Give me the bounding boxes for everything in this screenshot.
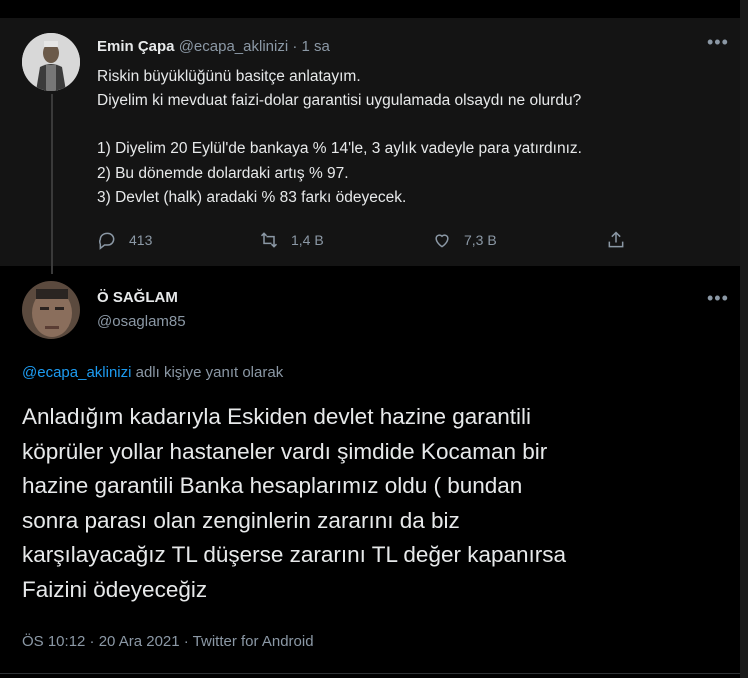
parent-author-avatar[interactable] bbox=[22, 33, 80, 91]
reply-text-line: köprüler yollar hastaneler vardı şimdide… bbox=[22, 438, 548, 464]
share-icon bbox=[608, 231, 624, 248]
retweet-icon bbox=[260, 232, 278, 248]
thread-connector bbox=[51, 94, 53, 274]
parent-text-line: Riskin büyüklüğünü basitçe anlatayım. bbox=[97, 68, 361, 85]
reply-timestamp[interactable]: ÖS 10:12 · 20 Ara 2021 · Twitter for And… bbox=[22, 633, 314, 650]
reply-more-icon[interactable]: ••• bbox=[707, 288, 729, 309]
parent-text-line: 3) Devlet (halk) aradaki % 83 farkı ödey… bbox=[97, 188, 407, 206]
parent-tweet-text: Riskin büyüklüğünü basitçe anlatayım. Di… bbox=[97, 65, 717, 210]
parent-tweet-time[interactable]: 1 sa bbox=[302, 38, 330, 55]
parent-text-line: 1) Diyelim 20 Eylül'de bankaya % 14'le, … bbox=[97, 140, 582, 158]
like-icon bbox=[435, 234, 449, 248]
retweet-count: 1,4 B bbox=[291, 232, 324, 248]
replying-to-suffix: adlı kişiye yanıt olarak bbox=[131, 364, 284, 381]
parent-tweet-header: Emin Çapa @ecapa_aklinizi · 1 sa bbox=[97, 38, 330, 55]
reply-author-handle[interactable]: @osaglam85 bbox=[97, 313, 186, 330]
parent-author-handle[interactable]: @ecapa_aklinizi bbox=[179, 38, 288, 55]
reply-count: 413 bbox=[129, 232, 153, 248]
reply-icon bbox=[99, 232, 115, 250]
reply-text-line: Anladığım kadarıyla Eskiden devlet hazin… bbox=[22, 404, 532, 429]
scrollbar[interactable] bbox=[740, 0, 748, 678]
replying-to-link[interactable]: @ecapa_aklinizi bbox=[22, 364, 131, 381]
parent-text-line: 2) Bu dönemde dolardaki artış % 97. bbox=[97, 164, 349, 182]
like-count: 7,3 B bbox=[464, 232, 497, 248]
reply-text-line: Faizini ödeyeceğiz bbox=[22, 576, 208, 602]
share-action[interactable] bbox=[606, 230, 638, 250]
reply-author-avatar[interactable] bbox=[22, 281, 80, 339]
divider bbox=[0, 673, 740, 674]
parent-tweet[interactable]: Emin Çapa @ecapa_aklinizi · 1 sa ••• Ris… bbox=[0, 18, 740, 266]
parent-more-icon[interactable]: ••• bbox=[707, 32, 729, 53]
parent-author-name[interactable]: Emin Çapa bbox=[97, 38, 175, 55]
parent-text-line bbox=[97, 113, 717, 137]
like-action[interactable]: 7,3 B bbox=[432, 230, 497, 250]
reply-text-line: hazine garantili Banka hesaplarımız oldu… bbox=[22, 473, 523, 499]
retweet-action[interactable]: 1,4 B bbox=[259, 230, 324, 250]
replying-to: @ecapa_aklinizi adlı kişiye yanıt olarak bbox=[22, 364, 283, 381]
reply-action[interactable]: 413 bbox=[97, 230, 152, 250]
reply-text-line: sonra parası olan zenginlerin zararını d… bbox=[22, 507, 460, 533]
parent-action-bar: 413 1,4 B 7,3 B bbox=[97, 230, 637, 254]
reply-text-line: karşılayacağız TL düşerse zararını TL de… bbox=[22, 542, 567, 568]
parent-text-line: Diyelim ki mevduat faizi-dolar garantisi… bbox=[97, 92, 582, 110]
reply-author-name[interactable]: Ö SAĞLAM bbox=[97, 289, 178, 306]
reply-tweet-text: Anladığım kadarıyla Eskiden devlet hazin… bbox=[22, 400, 722, 608]
header-separator: · bbox=[292, 38, 298, 55]
